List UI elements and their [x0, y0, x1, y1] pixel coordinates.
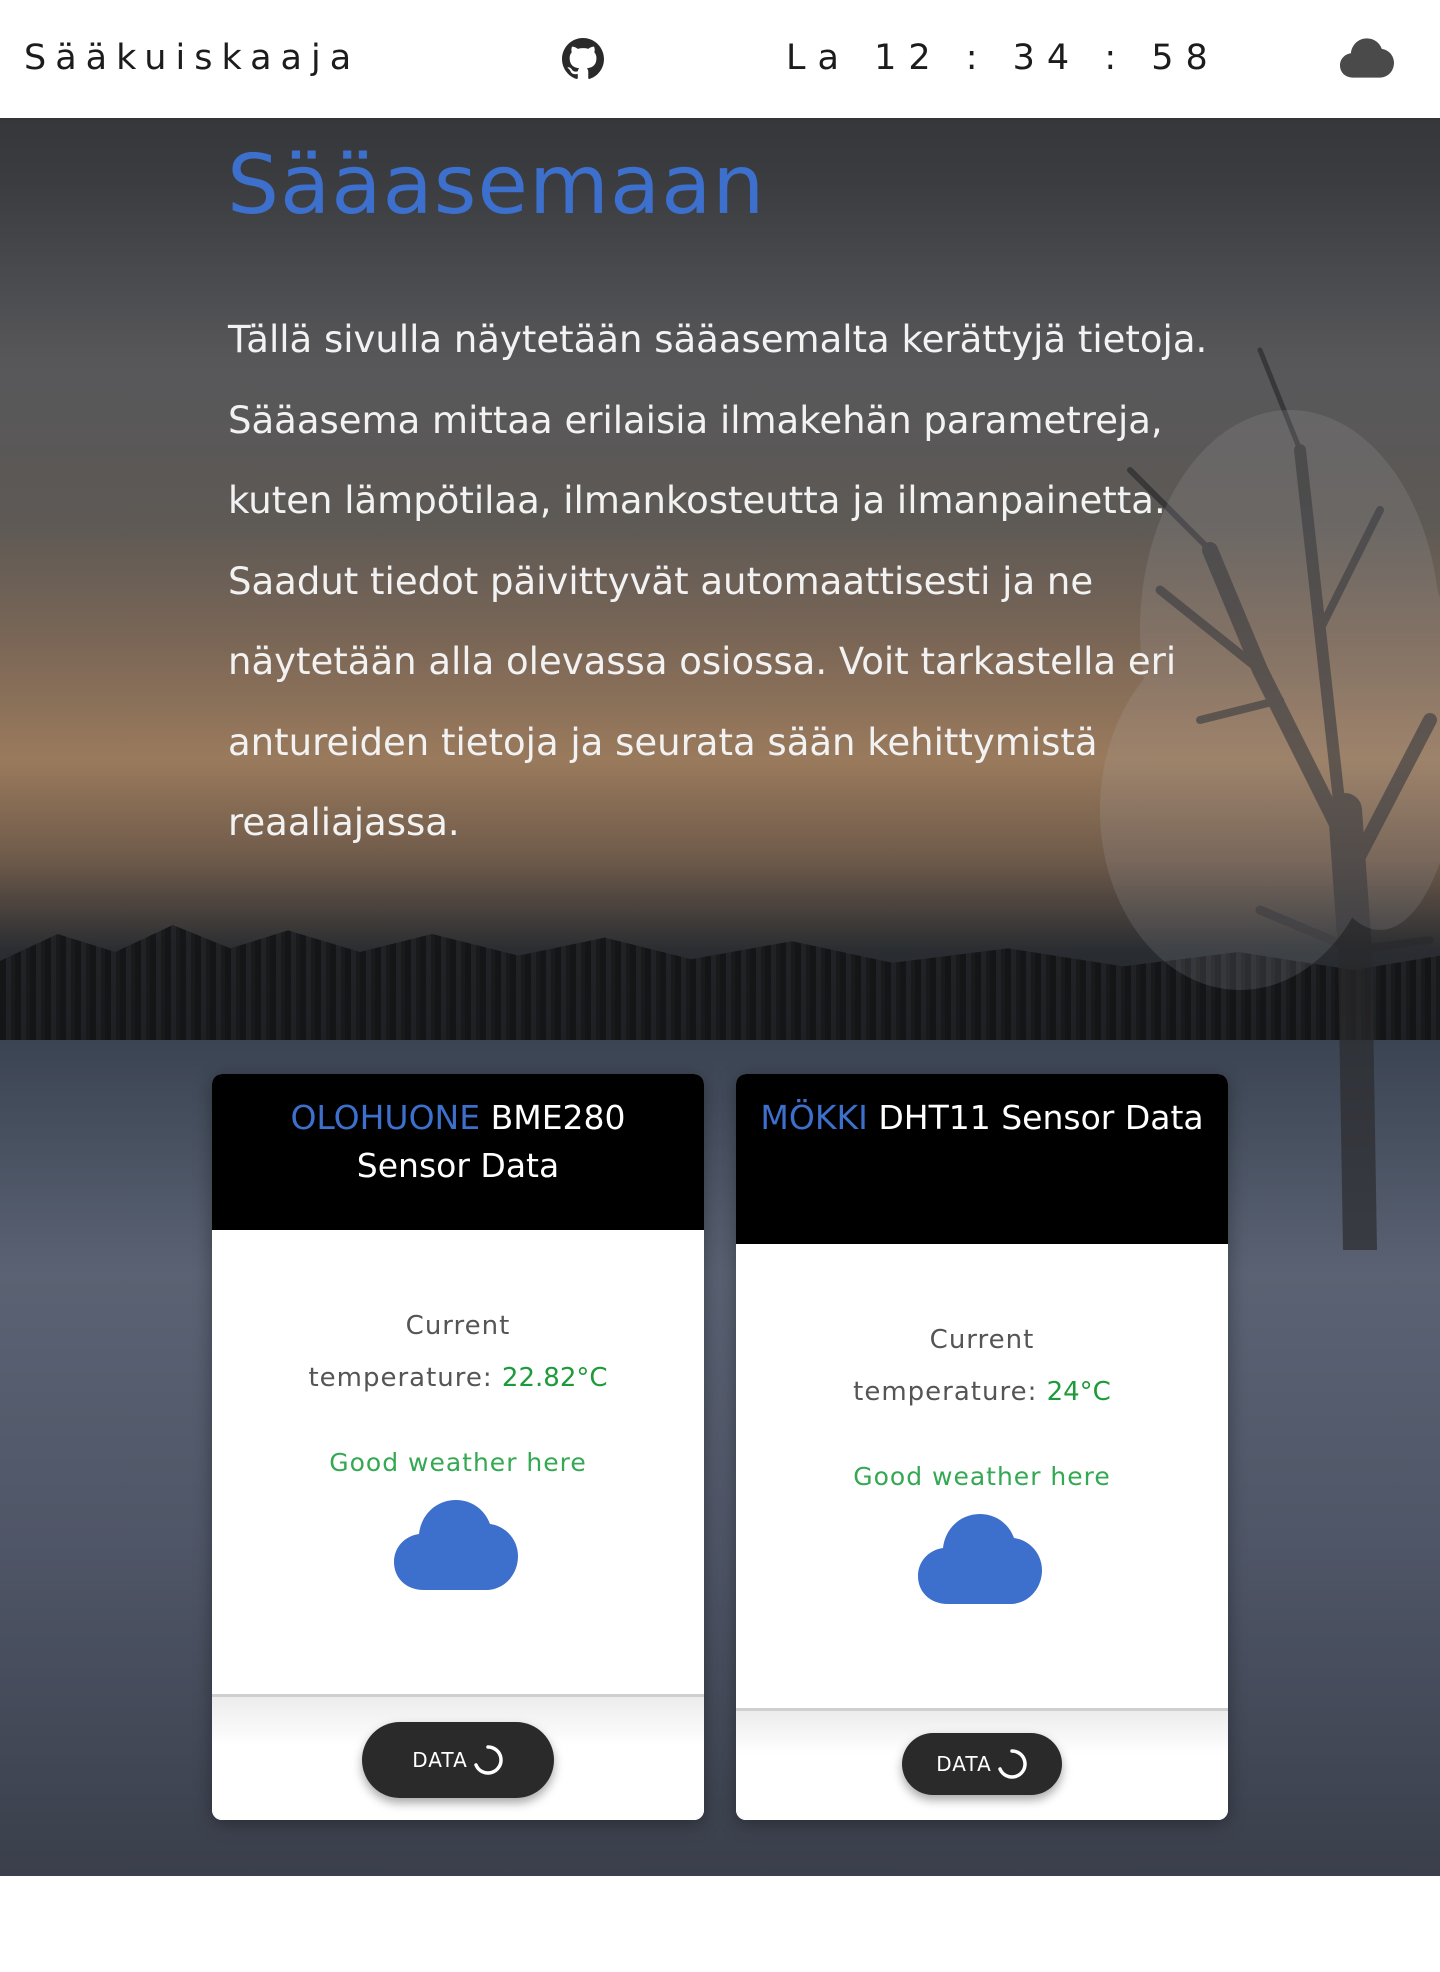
card-location: MÖKKI	[760, 1098, 868, 1137]
sensor-card-olohuone: OLOHUONE BME280 Sensor Data Current temp…	[212, 1074, 704, 1820]
card-location: OLOHUONE	[290, 1098, 481, 1137]
hero-description: Tällä sivulla näytetään sääasemalta kerä…	[228, 318, 1208, 844]
brand-name[interactable]: Sääkuiskaaja	[24, 38, 360, 78]
clock-display: La 12 : 34 : 58	[786, 38, 1220, 78]
temperature-value: 22.82°C	[501, 1363, 608, 1393]
top-navbar: Sääkuiskaaja La 12 : 34 : 58	[0, 0, 1440, 118]
data-button-label: DATA	[936, 1752, 992, 1776]
card-footer: DATA	[736, 1708, 1228, 1820]
weather-status: Good weather here	[853, 1462, 1111, 1491]
refresh-spinner-icon	[474, 1745, 503, 1775]
temperature-reading: Current temperature: 22.82°C	[212, 1300, 704, 1404]
github-icon[interactable]	[562, 38, 604, 80]
reading-label-line2: temperature:	[853, 1377, 1038, 1407]
card-header: OLOHUONE BME280 Sensor Data	[212, 1074, 704, 1230]
reading-label-line1: Current	[405, 1311, 511, 1341]
weather-status: Good weather here	[329, 1448, 587, 1477]
data-button-label: DATA	[412, 1748, 468, 1772]
hero-title-line2: Sääasemaan	[227, 138, 766, 233]
sensor-card-mokki: MÖKKI DHT11 Sensor Data Current temperat…	[736, 1074, 1228, 1820]
cloud-icon	[1340, 38, 1394, 78]
cloud-icon	[918, 1514, 1042, 1604]
temperature-value: 24°C	[1046, 1377, 1111, 1407]
reading-label-line2: temperature:	[308, 1363, 493, 1393]
data-button[interactable]: DATA	[362, 1722, 554, 1798]
card-body: Current temperature: 22.82°C Good weathe…	[212, 1230, 704, 1694]
data-button[interactable]: DATA	[902, 1733, 1062, 1795]
card-title: DHT11 Sensor Data	[878, 1098, 1204, 1137]
cloud-icon	[394, 1500, 518, 1590]
temperature-reading: Current temperature: 24°C	[736, 1314, 1228, 1418]
card-header: MÖKKI DHT11 Sensor Data	[736, 1074, 1228, 1244]
card-footer: DATA	[212, 1694, 704, 1820]
refresh-spinner-icon	[998, 1749, 1027, 1779]
hero-section: Tervetuloa Sääasemaan Tällä sivulla näyt…	[0, 0, 1440, 1876]
reading-label-line1: Current	[929, 1325, 1035, 1355]
card-body: Current temperature: 24°C Good weather h…	[736, 1244, 1228, 1708]
